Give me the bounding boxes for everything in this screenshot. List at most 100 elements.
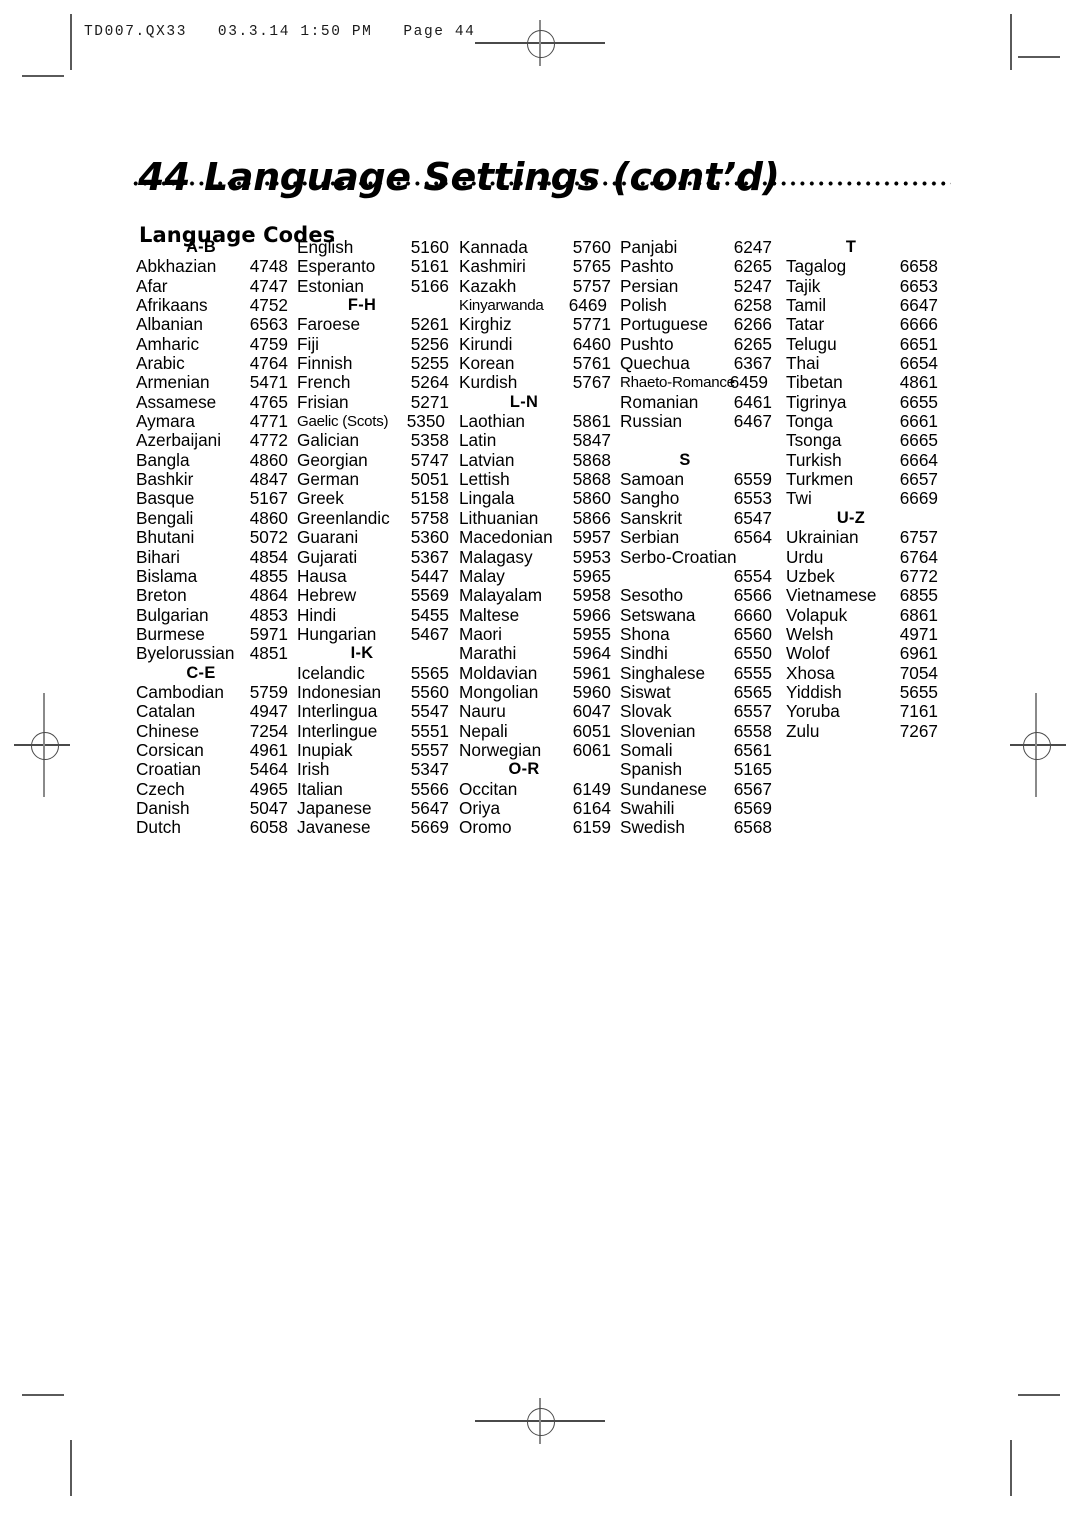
language-code-row: Setswana 6660 [620, 605, 772, 625]
language-name: Javanese [297, 817, 371, 838]
language-code-row: German 5051 [297, 469, 449, 490]
language-code-value: 4748 [249, 256, 288, 277]
language-code-row: Maori 5955 [459, 624, 611, 644]
language-code-value: 5861 [572, 411, 611, 432]
language-code-column-column-2: English 5160 Esperanto 5161 Estonian 5166 F-H F… [297, 237, 449, 838]
language-code-row: Malagasy 5953 [459, 547, 611, 567]
language-code-row: Javanese 5669 [297, 817, 449, 838]
language-code-row: Tsonga 6665 [786, 431, 938, 451]
language-code-row: Urdu 6764 [786, 546, 938, 567]
language-code-row: French 5264 [297, 372, 449, 393]
language-name: Sindhi [620, 643, 668, 664]
language-code-row: Tibetan 4861 [786, 373, 938, 393]
language-code-row: Zulu 7267 [786, 721, 938, 741]
language-code-row: Oromo 6159 [459, 817, 611, 837]
language-code-row: Guarani 5360 [297, 527, 449, 548]
language-code-row: Romanian 6461 [620, 392, 772, 412]
language-name: Tigrinya [786, 391, 847, 412]
language-name: German [297, 469, 360, 490]
language-code-value: 6051 [572, 720, 611, 741]
language-name: Occitan [459, 778, 518, 799]
language-name: Malay [459, 565, 505, 586]
language-code-row: Tagalog 6658 [786, 256, 938, 277]
language-code-value: 7254 [249, 720, 288, 741]
language-code-row: Laothian 5861 [459, 411, 611, 432]
language-code-value: 6058 [249, 817, 288, 838]
language-code-row: Macedonian 5957 [459, 527, 611, 547]
language-name: Singhalese [620, 662, 706, 683]
language-name: Afrikaans [136, 295, 208, 316]
language-code-row: Tigrinya 6655 [786, 391, 938, 412]
language-code-value: 5965 [572, 565, 611, 586]
language-group-header: C-E [136, 664, 288, 683]
language-code-row: Sindhi 6550 [620, 643, 772, 664]
language-name: Polish [620, 295, 667, 316]
language-code-row: Basque 5167 [136, 489, 288, 509]
language-code-value: 6764 [899, 546, 938, 567]
language-code-column-column-1: A-B Abkhazian 4748 Afar 4747 Afrikaans 4752 Alb… [136, 238, 288, 838]
language-name: Chinese [136, 720, 200, 741]
language-code-row: Sesotho 6566 [620, 585, 772, 605]
language-code-row: Xhosa 7054 [786, 662, 938, 683]
language-code-value: 5669 [410, 817, 449, 838]
language-code-value: 6861 [899, 604, 938, 625]
language-group-header-label: L-N [509, 392, 539, 411]
language-code-value: 6568 [733, 817, 772, 838]
language-code-value: 6651 [899, 333, 938, 354]
language-code-value: 6247 [733, 237, 772, 257]
language-code-row: Bhutani 5072 [136, 527, 288, 547]
language-code-row: Sundanese 6567 [620, 779, 772, 799]
language-code-value: 6459 [729, 372, 768, 393]
language-code-value: 6757 [899, 527, 938, 548]
language-name: Wolof [786, 643, 830, 664]
language-name: Interlingue [297, 720, 378, 741]
language-code-value: 5271 [410, 391, 449, 412]
language-code-column-column-5: T Tagalog 6658 Tajik 6653 Tamil 6647 Tatar 6666 T… [786, 238, 938, 741]
language-code-value: 6653 [899, 275, 938, 296]
language-code-value: 6559 [733, 469, 772, 490]
language-code-value: 5569 [410, 585, 449, 606]
language-group-header-label: I-K [350, 644, 374, 663]
language-name: Irish [297, 759, 330, 780]
language-code-value: 6047 [572, 701, 611, 722]
language-name: Tagalog [786, 256, 847, 277]
language-name: Xhosa [786, 662, 835, 683]
language-name: Malayalam [459, 585, 543, 606]
language-code-row: Rhaeto-Romance 6459 [620, 372, 772, 393]
language-name: Lithuanian [459, 507, 539, 528]
language-code-value: 5566 [410, 778, 449, 799]
language-code-row: Kinyarwanda 6469 [459, 295, 611, 315]
language-code-row: Marathi 5964 [459, 643, 611, 664]
language-name: French [297, 372, 351, 393]
language-code-value: 5860 [572, 488, 611, 509]
language-code-value: 6550 [733, 643, 772, 664]
language-name: Bashkir [136, 469, 194, 490]
language-code-value: 5360 [410, 527, 449, 548]
language-code-row: Hausa 5447 [297, 566, 449, 586]
language-code-row: Frisian 5271 [297, 391, 449, 412]
language-code-row: Dutch 6058 [136, 817, 288, 838]
language-code-value: 5964 [572, 643, 611, 664]
language-code-row: Greenlandic 5758 [297, 508, 449, 528]
language-name: Quechua [620, 353, 690, 374]
language-code-value: 5165 [733, 759, 772, 780]
language-code-row: Singhalese 6555 [620, 662, 772, 683]
language-code-value: 5655 [899, 681, 938, 702]
language-code-value: 6558 [733, 720, 772, 741]
language-code-row: Bislama 4855 [136, 566, 288, 586]
language-code-row: Turkmen 6657 [786, 469, 938, 489]
language-code-row: Latin 5847 [459, 431, 611, 451]
language-code-row: Aymara 4771 [136, 411, 288, 431]
language-name: Kinyarwanda [459, 297, 544, 315]
language-code-value: 5560 [410, 681, 449, 702]
language-code-value: 5350 [406, 411, 445, 432]
language-name: Marathi [459, 643, 517, 664]
language-name: Urdu [786, 546, 824, 567]
language-code-value: 5255 [410, 353, 449, 374]
language-code-value: 4851 [249, 643, 288, 664]
language-group-header-label: S [679, 450, 691, 469]
language-name: Laothian [459, 411, 525, 432]
language-code-value: 4947 [249, 701, 288, 722]
language-name: Abkhazian [136, 256, 217, 277]
language-code-row: Kurdish 5767 [459, 373, 611, 393]
